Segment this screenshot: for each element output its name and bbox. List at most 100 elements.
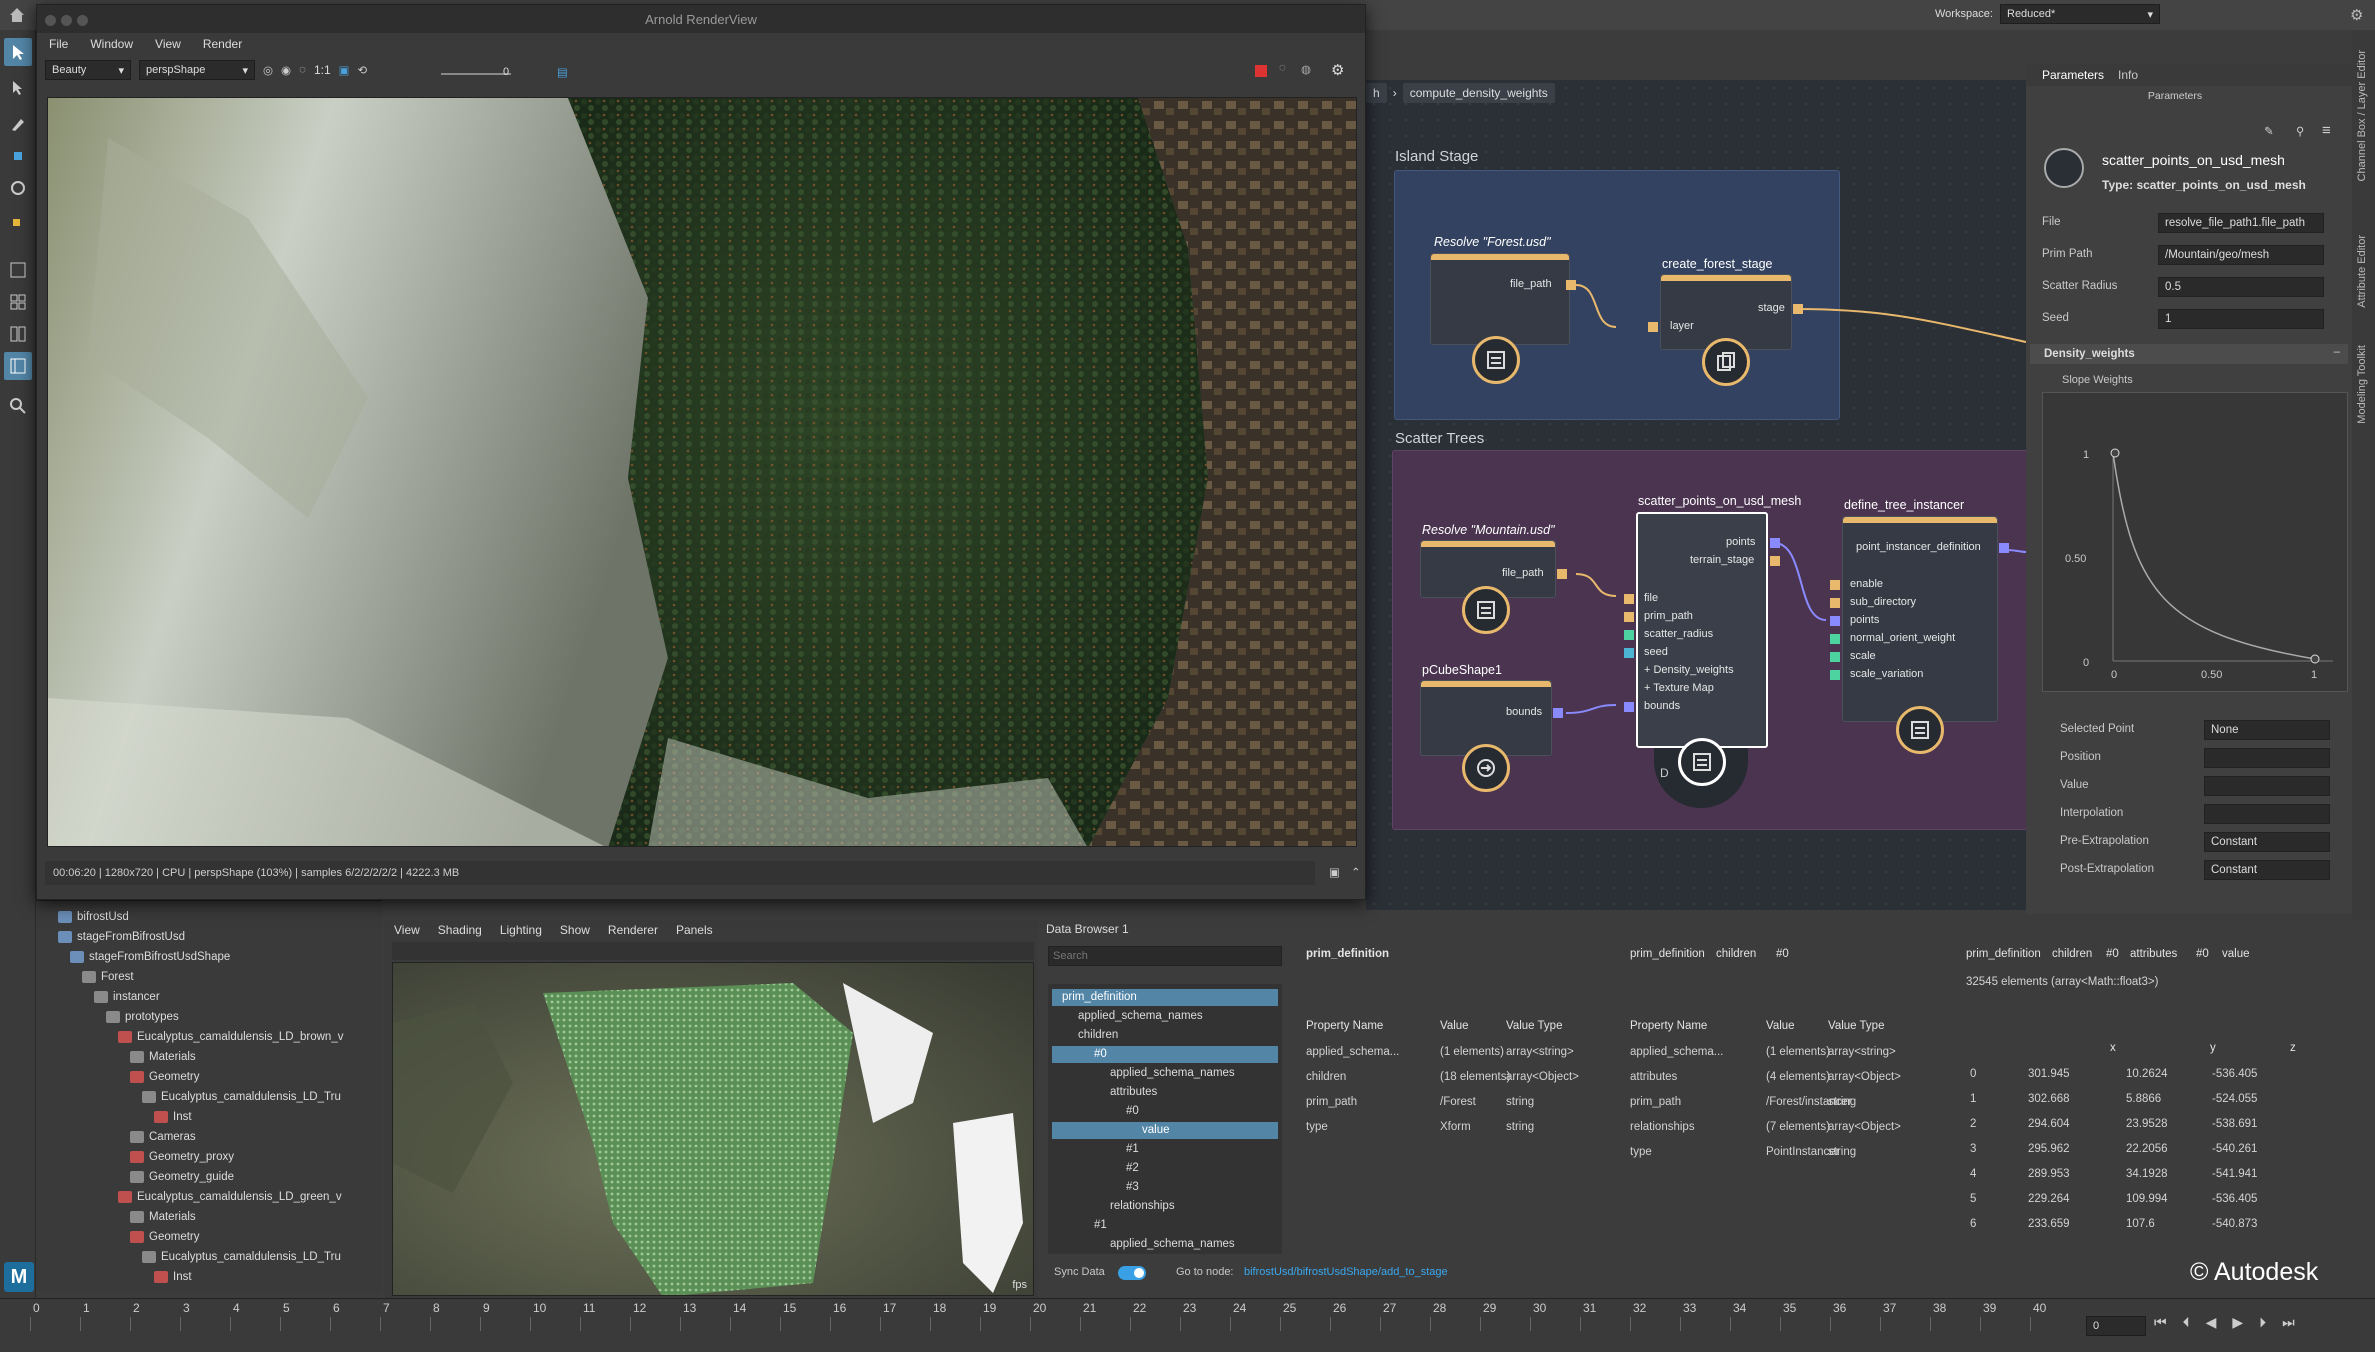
table-header[interactable]: z: [2290, 1042, 2296, 1054]
aov-select[interactable]: Beauty ▾: [45, 60, 131, 80]
section-header[interactable]: Density_weights –: [2030, 344, 2348, 364]
home-icon[interactable]: [8, 6, 26, 24]
table-header[interactable]: Value: [1440, 1020, 1469, 1032]
panel-path-item[interactable]: #0: [2106, 948, 2119, 960]
outliner-item[interactable]: Materials: [130, 1211, 196, 1223]
outliner-item[interactable]: bifrostUsd: [58, 911, 129, 923]
panel-path-item[interactable]: prim_definition: [1966, 948, 2041, 960]
param-field[interactable]: resolve_file_path1.file_path: [2158, 213, 2324, 233]
table-header[interactable]: y: [2210, 1042, 2216, 1054]
param-field[interactable]: /Mountain/geo/mesh: [2158, 245, 2324, 265]
table-header[interactable]: Value Type: [1506, 1020, 1562, 1032]
rotate-tool-icon[interactable]: [4, 174, 32, 202]
viewport-toolbar[interactable]: [392, 942, 1034, 960]
render-region-icon[interactable]: ◎: [263, 63, 273, 77]
ramp-field[interactable]: [2204, 748, 2330, 768]
outliner-item[interactable]: Geometry_proxy: [130, 1151, 234, 1163]
outliner-item[interactable]: Inst: [154, 1271, 192, 1283]
data-tree-item[interactable]: #0: [1052, 1103, 1252, 1120]
data-tree-item[interactable]: prim_definition: [1052, 989, 1278, 1006]
paint-select-icon[interactable]: [4, 110, 32, 138]
panel-path-item[interactable]: #0: [2196, 948, 2209, 960]
table-header[interactable]: Property Name: [1306, 1020, 1383, 1032]
settings-gear-icon[interactable]: ⚙: [2350, 6, 2363, 24]
layout-single-icon[interactable]: [4, 256, 32, 284]
tab-modeling-toolkit[interactable]: Modeling Toolkit: [2356, 345, 2368, 424]
input-pin[interactable]: [1830, 670, 1840, 680]
menu-file[interactable]: File: [49, 37, 68, 51]
close-icon[interactable]: [45, 15, 56, 26]
outliner-item[interactable]: Geometry: [130, 1071, 200, 1083]
scale-tool-icon[interactable]: [4, 206, 32, 234]
output-pin[interactable]: [1566, 280, 1576, 290]
param-field[interactable]: 0.5: [2158, 277, 2324, 297]
panel-path-item[interactable]: prim_definition: [1630, 948, 1705, 960]
render-image[interactable]: [47, 97, 1357, 847]
param-field[interactable]: 1: [2158, 309, 2324, 329]
time-slider[interactable]: 0 1 2 3 4 5 6 7 8 9 10 11 12 13 14 15 16 17 18 19 20 21 22 23 24…: [0, 1298, 2375, 1352]
ratio-label[interactable]: 1:1: [314, 63, 331, 77]
snapshot-icon[interactable]: ◉: [281, 63, 291, 77]
viewport-menu-shading[interactable]: Shading: [438, 923, 482, 937]
pin-icon[interactable]: ⚲: [2296, 124, 2304, 138]
viewport-menu-renderer[interactable]: Renderer: [608, 923, 658, 937]
menu-window[interactable]: Window: [90, 37, 133, 51]
table-header[interactable]: Value: [1766, 1020, 1795, 1032]
input-pin[interactable]: [1648, 322, 1658, 332]
viewport-menu-panels[interactable]: Panels: [676, 923, 713, 937]
reset-icon[interactable]: ⟲: [358, 63, 368, 77]
current-frame-field[interactable]: 0: [2086, 1316, 2146, 1336]
goto-node-link[interactable]: bifrostUsd/bifrostUsdShape/add_to_stage: [1244, 1266, 1448, 1278]
menu-view[interactable]: View: [155, 37, 181, 51]
panel-path-item[interactable]: children: [1716, 948, 1756, 960]
ramp-field[interactable]: [2204, 804, 2330, 824]
lasso-tool-icon[interactable]: [4, 74, 32, 102]
input-pin[interactable]: [1830, 598, 1840, 608]
outliner-item[interactable]: Eucalyptus_camaldulensis_LD_Tru: [142, 1251, 341, 1263]
input-pin[interactable]: [1830, 616, 1840, 626]
sync-toggle[interactable]: [1118, 1266, 1146, 1280]
data-tree-item[interactable]: #1: [1052, 1217, 1252, 1234]
input-pin[interactable]: [1830, 580, 1840, 590]
input-pin[interactable]: [1624, 702, 1634, 712]
search-icon[interactable]: [4, 392, 32, 420]
outliner-item[interactable]: Geometry_guide: [130, 1171, 234, 1183]
output-pin[interactable]: [1553, 708, 1563, 718]
move-tool-icon[interactable]: [4, 142, 32, 170]
go-to-start-icon[interactable]: ⏮: [2154, 1314, 2167, 1331]
tab-attribute-editor[interactable]: Attribute Editor: [2356, 235, 2368, 308]
data-tree-item[interactable]: applied_schema_names: [1052, 1008, 1252, 1025]
outliner-item[interactable]: stageFromBifrostUsdShape: [70, 951, 230, 963]
tab-channel-box[interactable]: Channel Box / Layer Editor: [2356, 50, 2368, 181]
data-tree-item[interactable]: applied_schema_names: [1052, 1236, 1252, 1253]
viewport-menu-view[interactable]: View: [394, 923, 420, 937]
output-pin[interactable]: [1770, 556, 1780, 566]
ramp-curve[interactable]: [2043, 393, 2349, 693]
input-pin[interactable]: [1624, 612, 1634, 622]
node-resolve-forest[interactable]: [1430, 253, 1570, 345]
chevron-up-icon[interactable]: ⌃: [1351, 865, 1361, 879]
table-header[interactable]: x: [2110, 1042, 2116, 1054]
data-tree-item[interactable]: #3: [1052, 1179, 1252, 1196]
layout-four-icon[interactable]: [4, 288, 32, 316]
outliner-item[interactable]: Materials: [130, 1051, 196, 1063]
ramp-field[interactable]: [2204, 776, 2330, 796]
data-tree-item[interactable]: children: [1052, 1027, 1252, 1044]
outliner-item[interactable]: stageFromBifrostUsd: [58, 931, 185, 943]
output-pin[interactable]: [1793, 304, 1803, 314]
step-forward-icon[interactable]: ⏵: [2259, 1314, 2266, 1331]
panel-path-item[interactable]: children: [2052, 948, 2092, 960]
table-header[interactable]: Property Name: [1630, 1020, 1707, 1032]
data-tree-item[interactable]: #2: [1052, 1160, 1252, 1177]
data-tree-item[interactable]: applied_schema_names: [1052, 1065, 1252, 1082]
window-titlebar[interactable]: Arnold RenderView: [37, 5, 1365, 33]
frame-icon[interactable]: ▣: [339, 63, 350, 77]
table-header[interactable]: Value Type: [1828, 1020, 1884, 1032]
debug-icon[interactable]: ◍: [1301, 62, 1311, 76]
data-tree-item[interactable]: #1: [1052, 1141, 1252, 1158]
settings-gear-icon[interactable]: ⚙: [1331, 61, 1344, 79]
outliner-item[interactable]: Geometry: [130, 1231, 200, 1243]
viewport-menu-lighting[interactable]: Lighting: [500, 923, 542, 937]
input-pin[interactable]: [1830, 634, 1840, 644]
minimize-icon[interactable]: [61, 15, 72, 26]
